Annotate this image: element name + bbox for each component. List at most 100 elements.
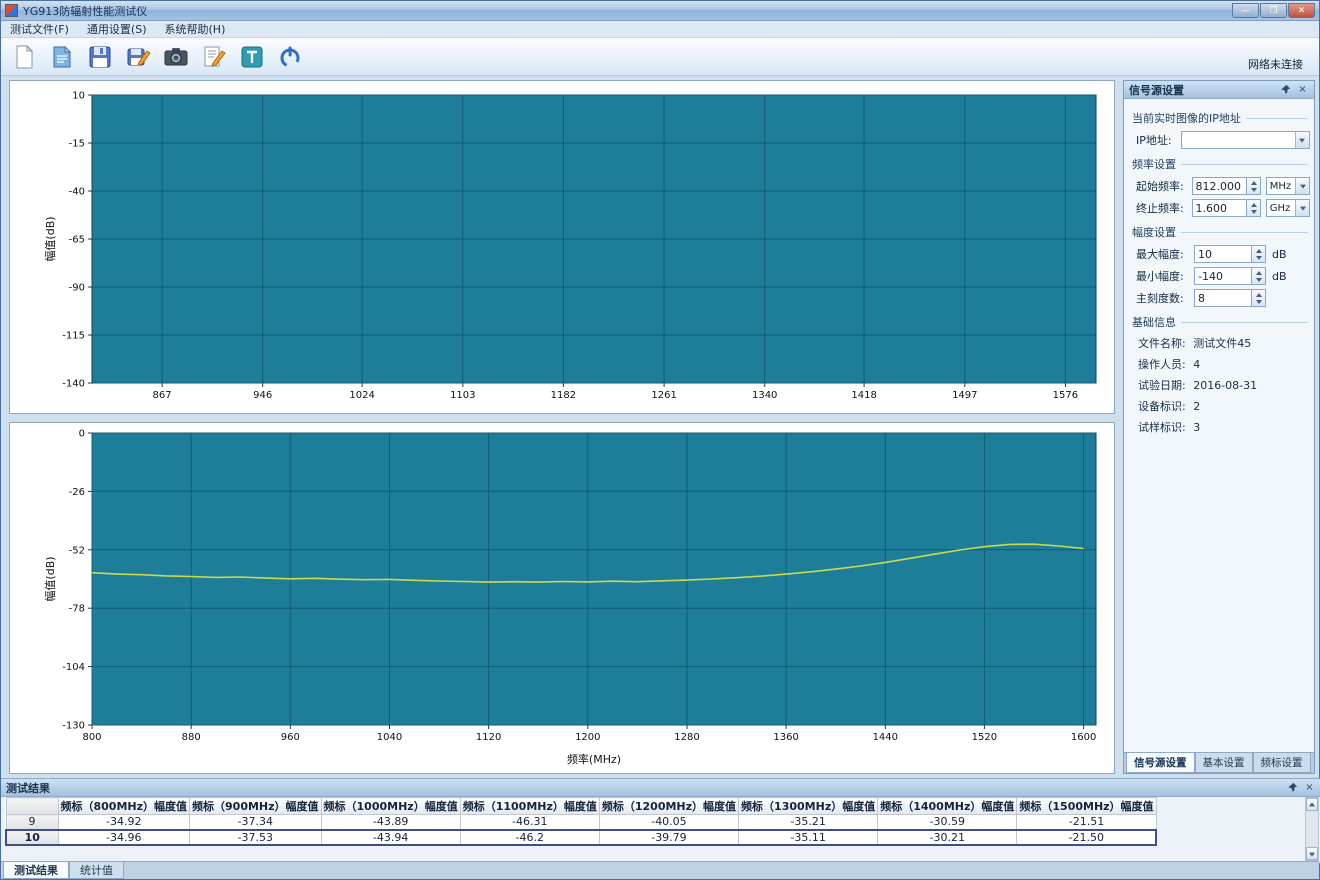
results-table-body: 9-34.92-37.34-43.89-46.31-40.05-35.21-30… xyxy=(6,815,1156,845)
signal-dock-body: 当前实时图像的IP地址 IP地址: 频率设置 起始频率: 812.000 MHz xyxy=(1124,99,1314,752)
column-header[interactable]: 频标（1400MHz）幅度值 xyxy=(878,798,1017,815)
report-button[interactable] xyxy=(235,41,269,73)
svg-text:1340: 1340 xyxy=(752,390,777,401)
tab-test-results[interactable]: 测试结果 xyxy=(3,862,69,879)
svg-text:-130: -130 xyxy=(62,721,85,732)
save-as-button[interactable] xyxy=(121,41,155,73)
result-cell[interactable]: -43.89 xyxy=(321,815,460,830)
result-cell[interactable]: -37.34 xyxy=(190,815,322,830)
tab-signal-source-settings[interactable]: 信号源设置 xyxy=(1126,753,1195,773)
open-file-button[interactable] xyxy=(45,41,79,73)
screenshot-button[interactable] xyxy=(159,41,193,73)
new-file-button[interactable] xyxy=(7,41,41,73)
column-header[interactable]: 频标（1100MHz）幅度值 xyxy=(460,798,599,815)
menu-item-system-help[interactable]: 系统帮助(H) xyxy=(156,20,235,38)
result-cell[interactable]: -46.31 xyxy=(460,815,599,830)
result-cell[interactable]: -34.96 xyxy=(58,830,190,845)
major-ticks-stepper[interactable] xyxy=(1252,289,1266,307)
ip-dropdown-button[interactable] xyxy=(1294,131,1310,149)
column-header[interactable]: 频标（1200MHz）幅度值 xyxy=(599,798,738,815)
window-controls: — ❐ ✕ xyxy=(1232,3,1315,18)
ip-address-row: IP地址: xyxy=(1124,129,1314,151)
bottom-chart: 0-26-52-78-104-1308008809601040112012001… xyxy=(12,425,1112,771)
svg-text:1182: 1182 xyxy=(551,390,576,401)
save-button[interactable] xyxy=(83,41,117,73)
result-cell[interactable]: -30.59 xyxy=(878,815,1017,830)
min-amplitude-stepper[interactable] xyxy=(1252,267,1266,285)
pin-icon[interactable] xyxy=(1286,781,1299,794)
results-dock-title: 测试结果 xyxy=(6,780,50,796)
close-icon[interactable]: × xyxy=(1303,781,1316,794)
results-table-head-row: 频标（800MHz）幅度值频标（900MHz）幅度值频标（1000MHz）幅度值… xyxy=(6,798,1156,815)
close-button[interactable]: ✕ xyxy=(1288,3,1315,18)
edit-button[interactable] xyxy=(197,41,231,73)
open-file-icon xyxy=(49,44,75,70)
chevron-down-icon xyxy=(1295,200,1309,216)
result-cell[interactable]: -37.53 xyxy=(190,830,322,845)
svg-text:-78: -78 xyxy=(69,604,85,615)
column-header[interactable]: 频标（1300MHz）幅度值 xyxy=(739,798,878,815)
results-body: 频标（800MHz）幅度值频标（900MHz）幅度值频标（1000MHz）幅度值… xyxy=(5,797,1303,863)
svg-text:1280: 1280 xyxy=(674,732,699,743)
tab-statistics[interactable]: 统计值 xyxy=(69,862,124,879)
result-cell[interactable]: -21.51 xyxy=(1017,815,1156,830)
max-amplitude-stepper[interactable] xyxy=(1252,245,1266,263)
svg-text:-90: -90 xyxy=(69,283,85,294)
svg-text:1040: 1040 xyxy=(377,732,402,743)
max-amplitude-input[interactable]: 10 xyxy=(1194,245,1252,263)
ip-address-combobox[interactable] xyxy=(1181,131,1296,149)
column-header[interactable]: 频标（1500MHz）幅度值 xyxy=(1017,798,1156,815)
toolbar: 网络未连接 xyxy=(1,38,1319,76)
column-header[interactable]: 频标（900MHz）幅度值 xyxy=(190,798,322,815)
results-table[interactable]: 频标（800MHz）幅度值频标（900MHz）幅度值频标（1000MHz）幅度值… xyxy=(5,797,1157,846)
column-header[interactable]: 频标（800MHz）幅度值 xyxy=(58,798,190,815)
amplitude-section-title-text: 幅度设置 xyxy=(1132,224,1176,240)
stop-frequency-stepper[interactable] xyxy=(1247,199,1260,217)
menu-item-test-file[interactable]: 测试文件(F) xyxy=(1,20,78,38)
frequency-section-title-text: 频率设置 xyxy=(1132,156,1176,172)
start-frequency-stepper[interactable] xyxy=(1247,177,1260,195)
minimize-button[interactable]: — xyxy=(1232,3,1259,18)
power-button[interactable] xyxy=(273,41,307,73)
scroll-down-button[interactable] xyxy=(1306,847,1318,860)
app-window: YG913防辐射性能测试仪 — ❐ ✕ 测试文件(F) 通用设置(S) 系统帮助… xyxy=(0,0,1320,880)
result-cell[interactable]: -21.50 xyxy=(1017,830,1156,845)
stop-frequency-input[interactable]: 1.600 xyxy=(1192,199,1248,217)
svg-text:-15: -15 xyxy=(69,139,85,150)
row-header[interactable]: 10 xyxy=(6,830,58,845)
result-cell[interactable]: -35.11 xyxy=(739,830,878,845)
edit-icon xyxy=(201,44,227,70)
result-cell[interactable]: -35.21 xyxy=(739,815,878,830)
device-id-value: 2 xyxy=(1193,400,1200,413)
tab-marker-settings[interactable]: 频标设置 xyxy=(1253,753,1311,773)
results-scrollbar[interactable] xyxy=(1305,797,1319,861)
result-cell[interactable]: -39.79 xyxy=(599,830,738,845)
file-name-value: 测试文件45 xyxy=(1193,337,1251,350)
svg-text:1120: 1120 xyxy=(476,732,501,743)
operator-row: 操作人员: 4 xyxy=(1124,354,1314,375)
table-row: 9-34.92-37.34-43.89-46.31-40.05-35.21-30… xyxy=(6,815,1156,830)
signal-dock-title: 信号源设置 xyxy=(1129,82,1184,98)
result-cell[interactable]: -30.21 xyxy=(878,830,1017,845)
scroll-up-button[interactable] xyxy=(1306,798,1318,811)
result-cell[interactable]: -43.94 xyxy=(321,830,460,845)
result-cell[interactable]: -34.92 xyxy=(58,815,190,830)
menu-item-general-settings[interactable]: 通用设置(S) xyxy=(78,20,156,38)
svg-text:1261: 1261 xyxy=(651,390,676,401)
column-header[interactable]: 频标（1000MHz）幅度值 xyxy=(321,798,460,815)
start-frequency-input[interactable]: 812.000 xyxy=(1192,177,1248,195)
tab-basic-settings[interactable]: 基本设置 xyxy=(1195,753,1253,773)
svg-text:1200: 1200 xyxy=(575,732,600,743)
min-amplitude-input[interactable]: -140 xyxy=(1194,267,1252,285)
row-header[interactable]: 9 xyxy=(6,815,58,830)
start-frequency-label: 起始频率: xyxy=(1136,178,1192,194)
close-icon[interactable]: × xyxy=(1296,83,1309,96)
major-ticks-input[interactable]: 8 xyxy=(1194,289,1252,307)
pin-icon[interactable] xyxy=(1279,83,1292,96)
maximize-button[interactable]: ❐ xyxy=(1260,3,1287,18)
start-frequency-unit-select[interactable]: MHz xyxy=(1266,177,1310,195)
stop-frequency-unit-select[interactable]: GHz xyxy=(1266,199,1310,217)
result-cell[interactable]: -40.05 xyxy=(599,815,738,830)
result-cell[interactable]: -46.2 xyxy=(460,830,599,845)
chevron-down-icon xyxy=(1295,132,1309,148)
